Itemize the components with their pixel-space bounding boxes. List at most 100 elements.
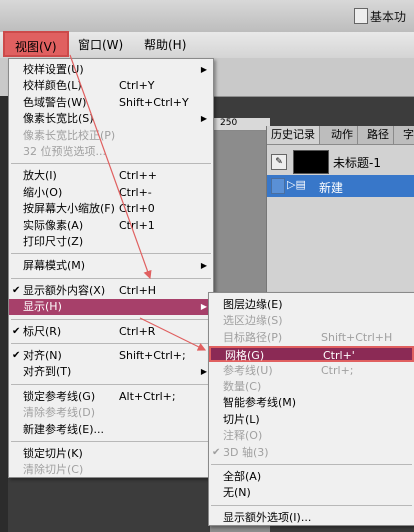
menu-separator: [11, 253, 211, 255]
menu-separator: [211, 504, 412, 506]
view-menu-item-shortcut: Ctrl+-: [119, 185, 152, 199]
view-menu-item[interactable]: 校样设置(U) ▶: [9, 62, 213, 78]
view-menu-item-label: 打印尺寸(Z): [23, 235, 84, 248]
history-state-checkbox[interactable]: [271, 178, 285, 194]
workspace-label[interactable]: 基本功: [370, 8, 406, 25]
view-menu-item-shortcut: Ctrl+R: [119, 324, 156, 338]
view-menu-item[interactable]: 屏幕模式(M) ▶: [9, 258, 213, 274]
menu-help[interactable]: 帮助(H): [144, 36, 186, 53]
menu-window[interactable]: 窗口(W): [78, 36, 123, 53]
show-submenu-item-label: 无(N): [223, 486, 251, 500]
view-menu-item[interactable]: ✔ 显示额外内容(X) Ctrl+H: [9, 283, 213, 299]
show-submenu-item-shortcut: Shift+Ctrl+H: [321, 330, 393, 344]
check-icon: ✔: [12, 325, 21, 337]
snapshot-thumbnail: [293, 150, 329, 174]
view-menu-item[interactable]: 缩小(O) Ctrl+-: [9, 185, 213, 201]
view-menu-item[interactable]: 校样颜色(L) Ctrl+Y: [9, 78, 213, 94]
snapshot-label: 未标题-1: [333, 156, 381, 170]
view-menu-item[interactable]: 放大(I) Ctrl++: [9, 168, 213, 184]
view-menu-item-label: 清除参考线(D): [23, 406, 96, 420]
menu-separator: [211, 464, 412, 465]
view-menu-item[interactable]: 对齐到(T) ▶: [9, 364, 213, 380]
tab-history[interactable]: 历史记录: [267, 126, 320, 144]
show-submenu-item[interactable]: 全部(A): [209, 469, 414, 485]
submenu-arrow-icon: ▶: [200, 65, 207, 74]
view-menu-item-label: 缩小(O): [23, 185, 63, 199]
show-submenu-item: 注释(O): [209, 428, 414, 444]
show-submenu-item: 参考线(U) Ctrl+;: [209, 363, 414, 379]
check-icon: ✔: [212, 446, 221, 458]
view-menu-item-shortcut: Ctrl+0: [119, 202, 155, 216]
show-submenu-item[interactable]: 显示额外选项(I)...: [209, 510, 414, 526]
view-menu-item[interactable]: 显示(H) ▶: [9, 299, 213, 316]
view-menu-item-label: 校样颜色(L): [23, 79, 82, 93]
view-menu-item[interactable]: 实际像素(A) Ctrl+1: [9, 218, 213, 234]
show-submenu-item-shortcut: Ctrl+;: [321, 363, 354, 377]
view-menu-item[interactable]: 按屏幕大小缩放(F) Ctrl+0: [9, 201, 213, 217]
show-submenu-item[interactable]: 网格(G) Ctrl+': [209, 346, 414, 363]
show-submenu-item[interactable]: 智能参考线(M): [209, 395, 414, 411]
view-menu-item[interactable]: 锁定参考线(G) Alt+Ctrl+;: [9, 389, 213, 405]
view-menu-item-shortcut: Ctrl+H: [119, 283, 157, 297]
submenu-arrow-icon: ▶: [200, 114, 207, 124]
view-menu-item-label: 实际像素(A): [23, 218, 84, 232]
show-submenu-item-label: 智能参考线(M): [223, 396, 297, 410]
view-menu-item-label: 锁定切片(K): [23, 447, 83, 460]
menu-separator: [11, 163, 211, 165]
history-snapshot[interactable]: ✎ 未标题-1: [271, 150, 409, 174]
tab-character[interactable]: 字: [399, 126, 414, 144]
show-submenu-item[interactable]: 无(N): [209, 485, 414, 501]
view-menu-item[interactable]: 像素长宽比(S) ▶: [9, 111, 213, 127]
view-menu-item: 32 位预览选项...: [9, 144, 213, 160]
tools-strip: [0, 96, 8, 532]
tab-paths[interactable]: 路径: [363, 126, 394, 144]
view-menu-item-label: 对齐(N): [23, 349, 62, 362]
view-menu-item[interactable]: 色域警告(W) Shift+Ctrl+Y: [9, 95, 213, 111]
show-submenu-item-label: 注释(O): [223, 429, 263, 443]
view-menu-item-label: 像素长宽比校正(P): [23, 128, 116, 142]
tab-actions[interactable]: 动作: [327, 126, 358, 144]
show-submenu-item-label: 数量(C): [223, 380, 262, 393]
view-menu-item-label: 校样设置(U): [23, 63, 84, 76]
history-state-row[interactable]: ▷▤ 新建: [267, 175, 414, 197]
show-submenu-item[interactable]: 图层边缘(E): [209, 297, 414, 313]
title-bar: 基本功: [0, 0, 414, 33]
show-submenu-item-label: 选区边缘(S): [223, 314, 283, 328]
document-state-icon: ▷▤: [287, 178, 306, 191]
view-menu-item-label: 对齐到(T): [23, 365, 72, 379]
view-menu-item[interactable]: ✔ 对齐(N) Shift+Ctrl+;: [9, 348, 213, 364]
view-menu: 校样设置(U) ▶ 校样颜色(L) Ctrl+Y 色域警告(W) Shift+Ctrl+Y…: [8, 58, 214, 478]
show-submenu-item-label: 图层边缘(E): [223, 298, 283, 311]
show-submenu-item-label: 参考线(U): [223, 363, 273, 377]
view-menu-item-label: 放大(I): [23, 169, 57, 183]
submenu-arrow-icon: ▶: [200, 261, 207, 271]
view-menu-item-label: 锁定参考线(G): [23, 389, 96, 403]
check-icon: ✔: [12, 350, 21, 361]
view-menu-item-shortcut: Shift+Ctrl+;: [119, 349, 186, 362]
window-icon[interactable]: [354, 8, 368, 24]
show-submenu-item[interactable]: 切片(L): [209, 412, 414, 428]
view-menu-item[interactable]: 打印尺寸(Z): [9, 234, 213, 250]
brush-icon: ✎: [271, 154, 287, 170]
show-submenu-item-label: 目标路径(P): [223, 330, 283, 344]
view-menu-item-label: 32 位预览选项...: [23, 145, 106, 158]
show-submenu-item-label: 3D 轴(3): [223, 445, 269, 459]
view-menu-item-label: 按屏幕大小缩放(F): [23, 202, 115, 216]
view-menu-item-shortcut: Ctrl++: [119, 169, 158, 183]
view-menu-item[interactable]: 锁定切片(K): [9, 446, 213, 462]
show-submenu: 图层边缘(E) 选区边缘(S) 目标路径(P) Shift+Ctrl+H 网格(G) Ct…: [208, 292, 414, 526]
ruler: 250: [210, 118, 270, 131]
submenu-arrow-icon: ▶: [200, 367, 207, 377]
view-menu-item[interactable]: 新建参考线(E)...: [9, 422, 213, 438]
view-menu-item-label: 屏幕模式(M): [23, 259, 86, 273]
view-menu-item-label: 新建参考线(E)...: [23, 422, 105, 436]
view-menu-item[interactable]: ✔ 标尺(R) Ctrl+R: [9, 324, 213, 340]
menu-separator: [11, 383, 211, 385]
show-submenu-item-label: 全部(A): [223, 470, 262, 483]
check-icon: ✔: [12, 284, 21, 296]
menu-separator: [11, 318, 211, 320]
view-menu-item-label: 清除切片(C): [23, 463, 84, 477]
submenu-arrow-icon: ▶: [200, 302, 207, 312]
menu-view[interactable]: 视图(V): [3, 31, 69, 57]
view-menu-item-shortcut: Ctrl+Y: [119, 79, 155, 93]
